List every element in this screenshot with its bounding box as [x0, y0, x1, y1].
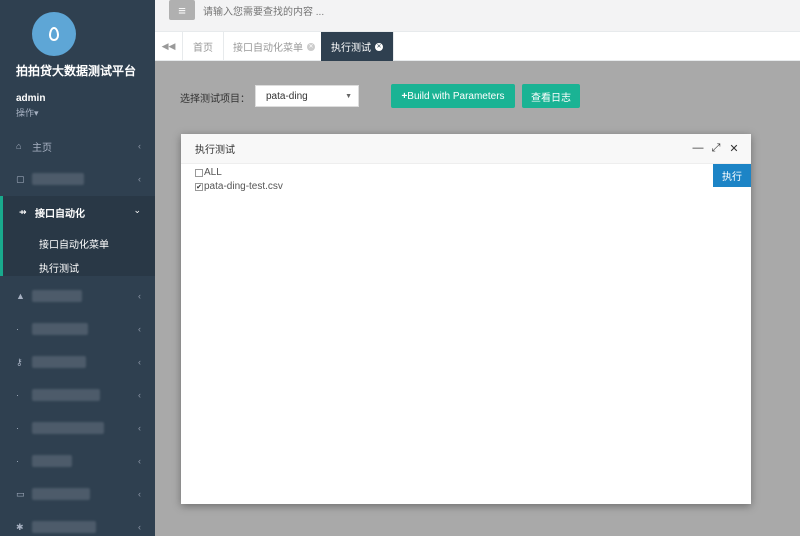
sidebar-item-blurred-1[interactable]: ▢ ‹ [0, 164, 155, 194]
blurred-label [32, 173, 84, 185]
chevron-left-icon: ‹ [138, 489, 141, 499]
project-select-label: 选择测试项目： [180, 94, 250, 105]
menu-icon: · [16, 324, 19, 334]
chevron-left-icon: ‹ [138, 522, 141, 532]
blurred-label [32, 422, 104, 434]
dialog-title: 执行测试 [195, 145, 235, 156]
tab-bar: ◀◀ 首页 接口自动化菜单 ✕ 执行测试 ✕ [155, 32, 800, 61]
desktop-icon: ▭ [16, 488, 25, 499]
gear-icon: ✱ [16, 521, 24, 532]
sidebar-item-blurred-2[interactable]: ▲ ‹ [0, 281, 155, 311]
hamburger-icon: ≡ [178, 2, 186, 18]
close-icon[interactable]: ✕ [307, 42, 315, 51]
button-label: 执行 [722, 172, 742, 183]
sidebar-item-blurred-8[interactable]: ▭ ‹ [0, 479, 155, 509]
sidebar-item-blurred-5[interactable]: · ‹ [0, 380, 155, 410]
project-select[interactable]: pata-ding ▼ [255, 85, 359, 107]
tab-home[interactable]: 首页 [183, 32, 224, 61]
blurred-label [32, 455, 72, 467]
sidebar-item-blurred-9[interactable]: ✱ ‹ [0, 512, 155, 536]
top-bar: ≡ [155, 0, 800, 32]
chevron-left-icon: ‹ [138, 324, 141, 334]
sidebar-section-header[interactable]: ⇸ 接口自动化 [19, 205, 85, 220]
tab-label: 接口自动化菜单 [233, 43, 303, 54]
avatar-icon [49, 27, 59, 41]
chevron-down-icon: ⌄ [133, 205, 141, 215]
dialog-header: 执行测试 — ⤢ ✕ [181, 134, 751, 164]
button-label: 查看日志 [531, 92, 571, 104]
checkbox-all[interactable] [195, 168, 203, 177]
avatar[interactable] [32, 12, 76, 56]
close-icon[interactable]: ✕ [727, 141, 741, 155]
blurred-label [32, 488, 90, 500]
sidebar-item-blurred-7[interactable]: · ‹ [0, 446, 155, 476]
sidebar: 拍拍贷大数据测试平台 admin 操作▾ ⌂ 主页 ‹ ▢ ‹ ⇸ 接口自动化 … [0, 0, 155, 536]
chevron-left-icon: ‹ [138, 390, 141, 400]
sidebar-submenu: 接口自动化菜单 执行测试 [39, 236, 109, 284]
menu-toggle-button[interactable]: ≡ [169, 0, 195, 20]
double-chevron-left-icon: ◀◀ [161, 41, 176, 51]
menu-icon: · [16, 423, 19, 433]
blurred-label [32, 356, 86, 368]
checkbox-all-row[interactable]: ALL [195, 167, 222, 178]
chevron-left-icon: ‹ [138, 456, 141, 466]
chevron-left-icon: ‹ [138, 174, 141, 184]
chevron-left-icon: ‹ [138, 423, 141, 433]
menu-icon: ▢ [16, 173, 25, 184]
chevron-left-icon: ‹ [138, 291, 141, 301]
sidebar-item-home[interactable]: ⌂ 主页 ‹ [0, 131, 155, 161]
user-name[interactable]: admin [16, 93, 139, 104]
close-icon[interactable]: ✕ [375, 42, 383, 51]
sidebar-subitem-api-menu[interactable]: 接口自动化菜单 [39, 236, 109, 251]
blurred-label [32, 290, 82, 302]
checkbox-file[interactable]: ✔ [195, 182, 203, 191]
tab-label: 首页 [193, 43, 213, 54]
checkbox-file-label: pata-ding-test.csv [204, 181, 283, 192]
sidebar-subitem-exec-test[interactable]: 执行测试 [39, 260, 109, 275]
tab-scroll-left-button[interactable]: ◀◀ [155, 32, 183, 61]
minimize-icon[interactable]: — [691, 141, 705, 155]
button-label: Build with Parameters [407, 90, 505, 102]
menu-icon: · [16, 390, 19, 400]
chart-icon: ▲ [16, 291, 25, 301]
menu-icon: · [16, 456, 19, 466]
home-icon: ⌂ [16, 141, 22, 151]
sidebar-item-blurred-3[interactable]: · ‹ [0, 314, 155, 344]
sidebar-item-label: 接口自动化 [35, 209, 85, 220]
exec-test-dialog: 执行测试 — ⤢ ✕ ALL ✔ pata-ding-test.csv 执行 [181, 134, 751, 504]
checkbox-file-row[interactable]: ✔ pata-ding-test.csv [195, 181, 283, 192]
build-with-parameters-button[interactable]: + Build with Parameters [391, 84, 515, 108]
project-select-value: pata-ding [266, 90, 308, 102]
execute-button[interactable]: 执行 [713, 164, 751, 187]
blurred-label [32, 521, 96, 533]
tab-api-menu[interactable]: 接口自动化菜单 ✕ [223, 32, 326, 61]
sidebar-item-label: 主页 [32, 142, 52, 154]
view-log-button[interactable]: 查看日志 [522, 84, 580, 108]
caret-down-icon: ▼ [345, 92, 352, 100]
key-icon: ⚷ [16, 356, 23, 367]
sidebar-item-blurred-6[interactable]: · ‹ [0, 413, 155, 443]
tab-label: 执行测试 [331, 43, 371, 54]
chevron-left-icon: ‹ [138, 357, 141, 367]
sidebar-item-api-automation[interactable]: ⇸ 接口自动化 ⌄ 接口自动化菜单 执行测试 [0, 196, 155, 276]
tab-exec-test[interactable]: 执行测试 ✕ [321, 32, 394, 61]
sidebar-item-blurred-4[interactable]: ⚷ ‹ [0, 347, 155, 377]
maximize-icon[interactable]: ⤢ [709, 141, 723, 155]
plug-icon: ⇸ [19, 207, 27, 217]
blurred-label [32, 389, 100, 401]
blurred-label [32, 323, 88, 335]
brand-title: 拍拍贷大数据测试平台 [16, 64, 137, 78]
user-menu-toggle[interactable]: 操作▾ [16, 106, 139, 119]
checkbox-all-label: ALL [204, 167, 222, 178]
profile-section: 拍拍贷大数据测试平台 admin 操作▾ [0, 0, 155, 122]
search-input[interactable] [203, 4, 503, 20]
chevron-left-icon: ‹ [138, 141, 141, 151]
